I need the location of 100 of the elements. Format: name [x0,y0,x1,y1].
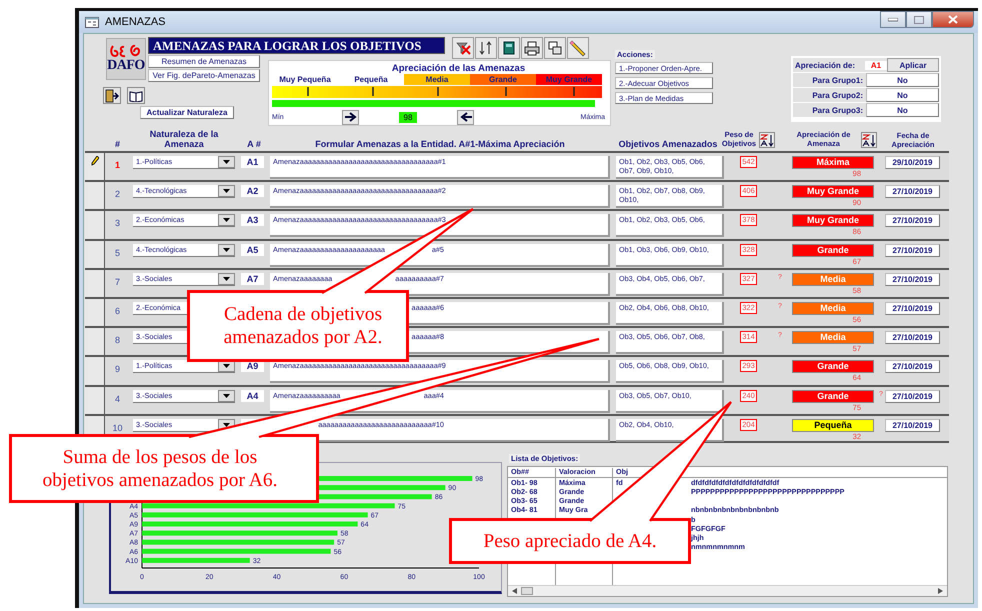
record-selector[interactable] [85,240,105,268]
scale-band-label: Grande [470,74,536,85]
date-button[interactable]: 27/10/2019 [885,418,940,432]
date-button[interactable]: 27/10/2019 [885,331,940,344]
record-selector[interactable] [85,386,105,414]
pencil-icon [569,39,587,57]
record-selector[interactable] [85,270,105,297]
record-selector[interactable] [85,153,105,180]
update-button[interactable]: Actualizar Naturaleza [140,106,234,119]
date-button[interactable]: 27/10/2019 [885,185,940,198]
appraisal-label: Apreciación de: [794,60,856,70]
sort-button[interactable] [861,132,877,148]
maximize-button[interactable] [906,11,932,28]
dropdown-arrow-icon [223,218,230,222]
sort-arrows-icon [478,40,494,56]
form-icon [85,16,99,28]
column-header: Formular Amenazas a la Entidad. A#1-Máxima Apreciación [314,139,566,151]
help-button[interactable] [127,87,145,104]
column-header: # [114,139,121,151]
group-value-button[interactable]: No [866,73,939,87]
row-number: 7 [114,276,121,287]
logo-icon [110,44,142,58]
dropdown-arrow-icon [223,422,230,427]
threat-id-field: A2 [241,185,264,198]
date-button[interactable]: 27/10/2019 [885,360,940,374]
scroll-left-icon [512,588,517,594]
database-icon [502,40,516,56]
form-button[interactable]: Ver Fig. dePareto-Amenazas [148,69,260,82]
horizontal-scrollbar[interactable] [508,584,947,596]
dropdown-arrow-icon [223,248,230,252]
sort-button[interactable] [759,132,776,148]
rating-button[interactable]: Grande [792,244,874,257]
record-selector[interactable] [85,182,105,210]
apply-button[interactable]: Aplicar [887,58,939,72]
date-button[interactable]: 27/10/2019 [885,244,940,257]
sort-icon [760,133,774,147]
dropdown-arrow-icon [223,189,230,194]
row-number: 9 [114,364,121,374]
callout-tooltip: Peso apreciado de A4. [449,518,691,564]
toolbar-button[interactable] [544,37,566,59]
rating-button[interactable]: Máxima [792,156,874,169]
date-button[interactable]: 27/10/2019 [885,302,940,315]
rating-button[interactable]: Grande [792,390,874,402]
callout-tooltip: Cadena de objetivos amenazados por A2. [187,290,409,362]
row-number: 8 [114,335,121,346]
rating-button[interactable]: Grande [792,360,874,374]
decrease-button[interactable] [457,110,474,124]
threat-id-field: A3 [241,214,264,226]
form-heading: AMENAZAS PARA LOGRAR LOS OBJETIVOS [148,37,445,54]
date-button[interactable]: 27/10/2019 [885,214,940,228]
toolbar-button[interactable] [567,37,589,59]
exit-door-icon [105,88,119,102]
row-number: 10 [111,422,124,433]
date-button[interactable]: 29/10/2019 [885,156,940,169]
appraisal-value: A1 [865,60,887,70]
logo: DAFO [106,38,146,80]
date-button[interactable]: 27/10/2019 [885,272,940,286]
minimize-icon [888,18,898,22]
callout-tooltip: Suma de los pesos de los objetivos amenazados por A6. [9,434,319,503]
dropdown-arrow-icon [223,394,230,398]
record-selector[interactable] [85,298,105,326]
scale-band-label: Pequeña [353,74,389,85]
level-value: 98 [399,112,417,122]
group-label: Para Grupo3: [811,106,864,114]
toolbar-button[interactable] [521,37,543,59]
column-header: Naturaleza de la Amenaza [148,129,220,151]
rating-button[interactable]: Muy Grande [792,214,874,228]
scroll-thumb[interactable] [521,586,533,595]
exit-button[interactable] [103,87,121,104]
record-selector[interactable] [85,328,105,356]
record-selector[interactable] [85,357,105,384]
threat-id-field: A7 [241,272,264,285]
toolbar-button[interactable] [475,37,497,59]
rating-button[interactable]: Pequeña [792,418,874,432]
maximize-icon [914,16,924,24]
toolbar-button[interactable] [452,37,474,59]
row-number: 1 [114,160,121,170]
form-button[interactable]: Resumen de Amenazas [148,55,260,68]
date-button[interactable]: 27/10/2019 [885,390,940,402]
right-arrow-icon [344,112,356,122]
dropdown-arrow-icon [223,276,230,281]
record-selector[interactable] [85,211,105,239]
row-number: 6 [114,306,121,316]
close-button[interactable] [932,11,974,28]
filter-remove-icon [455,40,471,56]
toolbar-button[interactable] [498,37,520,59]
minimize-button[interactable] [880,11,906,28]
group-value-button[interactable]: No [866,103,939,117]
scale-band-label: Muy Grande [536,74,602,85]
increase-button[interactable] [342,110,359,124]
window-title: AMENAZAS [105,16,166,28]
sort-icon [862,133,876,147]
threat-id-field: A4 [241,390,264,402]
rating-button[interactable]: Muy Grande [792,185,874,198]
book-icon [129,90,143,102]
scale-band-label: Media [404,74,470,85]
group-value-button[interactable]: No [866,88,939,102]
column-header: A # [246,139,262,151]
row-number: 2 [114,189,121,200]
row-number: 5 [114,248,121,258]
